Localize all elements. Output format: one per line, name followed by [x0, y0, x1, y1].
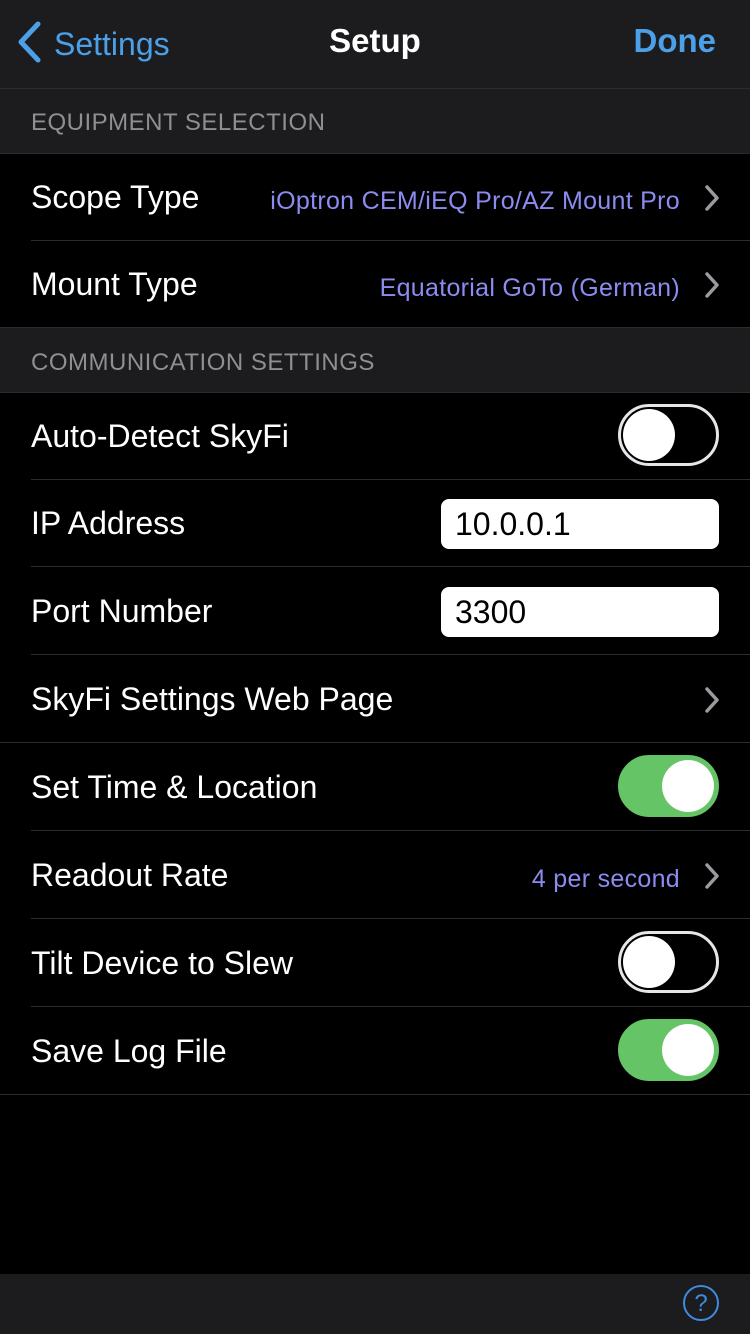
chevron-right-icon [704, 271, 720, 299]
done-button[interactable]: Done [634, 22, 717, 60]
navigation-bar: Settings Setup Done [0, 0, 750, 88]
back-button[interactable]: Settings [16, 20, 170, 68]
chevron-right-icon [704, 862, 720, 890]
section-header-communication: COMMUNICATION SETTINGS [0, 327, 750, 393]
tilt-device-label: Tilt Device to Slew [31, 945, 293, 981]
toggle-knob [662, 760, 714, 812]
section-header-equipment: EQUIPMENT SELECTION [0, 88, 750, 154]
help-button-label: ? [694, 1290, 708, 1317]
save-log-row: Save Log File [0, 1008, 750, 1095]
mount-type-value: Equatorial GoTo (German) [379, 274, 680, 302]
toggle-knob [662, 1024, 714, 1076]
ip-address-label: IP Address [31, 505, 186, 541]
page-title: Setup [329, 22, 421, 59]
readout-rate-value: 4 per second [531, 865, 680, 893]
set-time-location-label: Set Time & Location [31, 769, 318, 805]
scope-type-label: Scope Type [31, 179, 200, 215]
toggle-knob [623, 936, 675, 988]
set-time-location-row: Set Time & Location [0, 744, 750, 831]
help-icon[interactable]: ? [683, 1285, 719, 1321]
skyfi-web-page-label: SkyFi Settings Web Page [31, 681, 394, 717]
bottom-toolbar: ? [0, 1274, 750, 1334]
toggle-knob [623, 409, 675, 461]
setup-screen: Settings Setup Done EQUIPMENT SELECTION … [0, 0, 750, 1334]
auto-detect-row: Auto-Detect SkyFi [0, 393, 750, 480]
scope-type-row[interactable]: Scope Type iOptron CEM/iEQ Pro/AZ Mount … [0, 154, 750, 241]
skyfi-web-page-row[interactable]: SkyFi Settings Web Page [0, 656, 750, 743]
port-number-field[interactable] [441, 587, 719, 637]
tilt-device-row: Tilt Device to Slew [0, 920, 750, 1007]
port-number-row: Port Number [0, 568, 750, 655]
back-button-label: Settings [54, 25, 170, 62]
chevron-right-icon [704, 184, 720, 212]
ip-address-field[interactable] [441, 499, 719, 549]
save-log-toggle[interactable] [618, 1019, 719, 1081]
readout-rate-row[interactable]: Readout Rate 4 per second [0, 832, 750, 919]
port-number-label: Port Number [31, 593, 213, 629]
set-time-location-toggle[interactable] [618, 755, 719, 817]
auto-detect-label: Auto-Detect SkyFi [31, 418, 289, 454]
chevron-left-icon [16, 20, 42, 69]
ip-address-row: IP Address [0, 480, 750, 567]
scope-type-value: iOptron CEM/iEQ Pro/AZ Mount Pro [270, 187, 680, 215]
auto-detect-toggle[interactable] [618, 404, 719, 466]
mount-type-row[interactable]: Mount Type Equatorial GoTo (German) [0, 241, 750, 328]
readout-rate-label: Readout Rate [31, 857, 229, 893]
tilt-device-toggle[interactable] [618, 931, 719, 993]
save-log-label: Save Log File [31, 1033, 227, 1069]
mount-type-label: Mount Type [31, 266, 198, 302]
chevron-right-icon [704, 686, 720, 714]
